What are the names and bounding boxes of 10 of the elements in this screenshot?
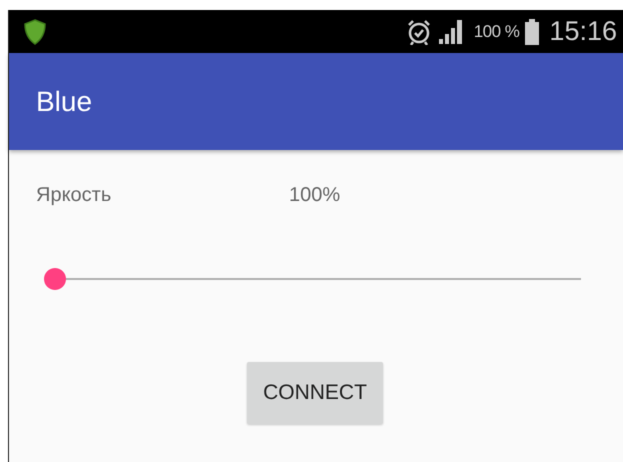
shield-icon	[23, 18, 47, 44]
app-title: Blue	[36, 86, 92, 118]
alarm-clock-icon	[406, 18, 432, 44]
brightness-label: Яркость	[36, 184, 112, 207]
clock-time: 15:16	[549, 16, 617, 47]
battery-icon	[525, 18, 540, 44]
brightness-value: 100%	[289, 184, 340, 207]
connect-button[interactable]: CONNECT	[247, 362, 383, 424]
slider-thumb[interactable]	[44, 268, 66, 290]
battery-percentage: 100 %	[474, 22, 520, 42]
